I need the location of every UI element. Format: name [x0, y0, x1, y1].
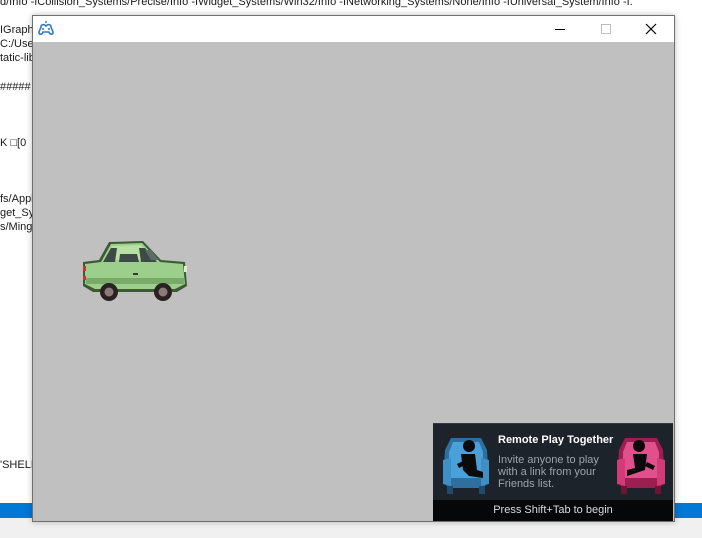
pink-armchair-player-icon — [613, 430, 671, 496]
console-line: s/Ming — [0, 221, 33, 233]
console-line: ##### — [0, 81, 31, 93]
console-line: IGraph — [0, 24, 34, 36]
remote-play-body: Invite anyone to play with a link from y… — [498, 454, 599, 490]
maximize-icon — [600, 23, 612, 35]
remote-play-toast[interactable]: Remote Play Together Invite anyone to pl… — [433, 423, 673, 521]
console-line: get_Sy — [0, 207, 35, 219]
close-button[interactable] — [628, 16, 674, 42]
gamepad-app-icon — [37, 20, 55, 38]
remote-play-hint: Press Shift+Tab to begin — [433, 500, 673, 521]
close-icon — [645, 23, 657, 35]
car-sprite — [81, 238, 189, 306]
blue-armchair-player-icon — [439, 430, 493, 496]
console-line: fs/Appl — [0, 193, 34, 205]
minimize-button[interactable] — [537, 16, 583, 42]
maximize-button[interactable] — [583, 16, 629, 42]
console-line: tatic-lib — [0, 52, 35, 64]
console-line: C:/Use — [0, 38, 34, 50]
console-line: d/Info -ICollision_Systems/Precise/Info … — [0, 0, 633, 8]
remote-play-title: Remote Play Together — [498, 434, 614, 446]
game-window[interactable]: Remote Play Together Invite anyone to pl… — [32, 15, 675, 522]
title-bar[interactable] — [33, 16, 674, 42]
console-line: K □[0 — [0, 137, 27, 149]
minimize-icon — [554, 23, 566, 35]
